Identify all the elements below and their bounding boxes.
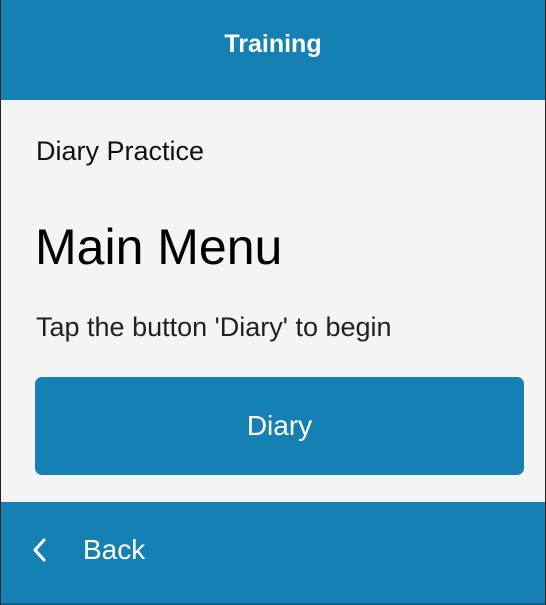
footer-bar: Back bbox=[1, 502, 545, 605]
back-label: Back bbox=[83, 534, 146, 565]
header-bar: Training bbox=[1, 0, 545, 100]
page-subtitle: Diary Practice bbox=[36, 136, 205, 166]
app-screen: Training Diary Practice Main Menu Tap th… bbox=[0, 0, 546, 605]
instructions-text: Tap the button 'Diary' to begin bbox=[36, 312, 392, 342]
diary-button-label: Diary bbox=[246, 410, 313, 441]
chevron-left-icon bbox=[31, 537, 47, 563]
header-title: Training bbox=[224, 29, 322, 58]
page-title: Main Menu bbox=[35, 219, 283, 275]
back-button[interactable]: Back bbox=[31, 526, 145, 574]
diary-button[interactable]: Diary bbox=[35, 377, 524, 475]
